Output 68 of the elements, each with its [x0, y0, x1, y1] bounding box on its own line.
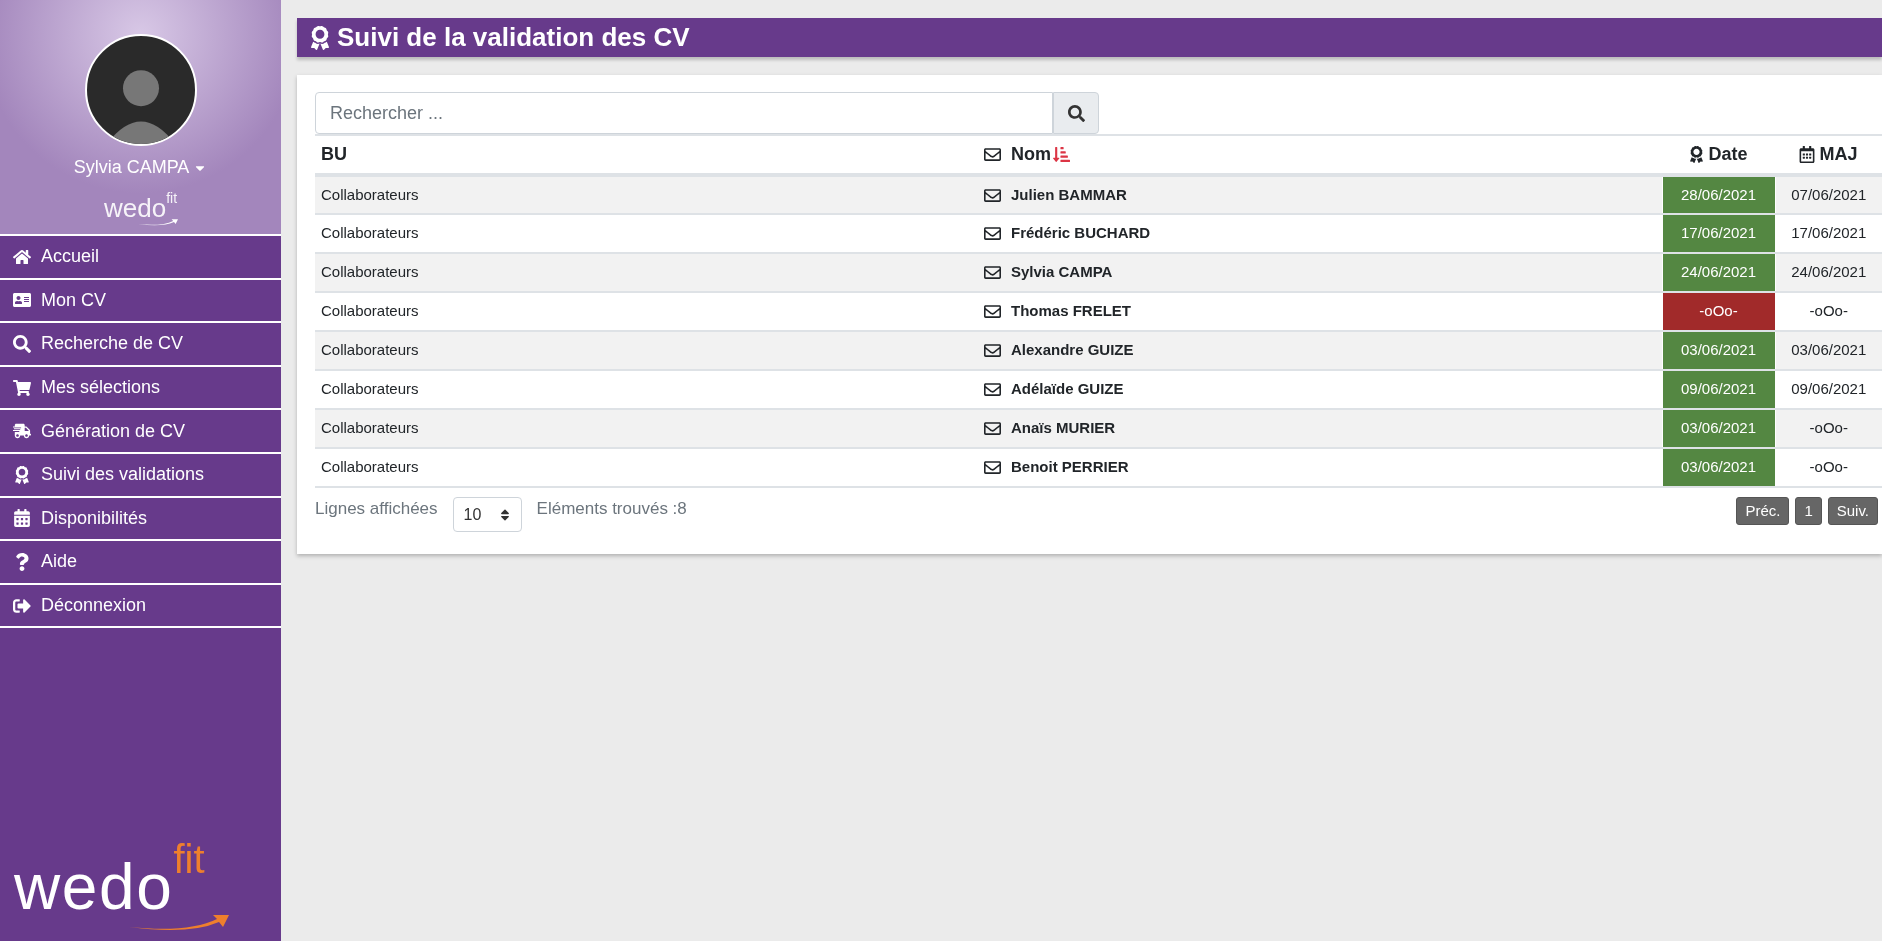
envelope-icon[interactable] — [984, 225, 1001, 242]
envelope-icon[interactable] — [984, 264, 1001, 281]
cart-icon — [13, 378, 31, 397]
rows-select[interactable]: 10 — [452, 497, 522, 532]
award-icon — [309, 25, 331, 50]
search-field[interactable]: Rechercher ... — [315, 92, 1053, 134]
column-header: BU — [315, 135, 980, 175]
table-cell: Collaborateurs — [315, 292, 980, 331]
table-cell: Collaborateurs — [315, 370, 980, 409]
table-cell: 09/06/2021 — [1775, 370, 1882, 409]
name-cell-text: Benoit PERRIER — [1011, 457, 1129, 478]
table-cell: Collaborateurs — [315, 448, 980, 487]
date-cell: -oOo- — [1662, 292, 1775, 331]
table-cell: 03/06/2021 — [1775, 331, 1882, 370]
question-icon — [13, 552, 31, 571]
envelope-icon[interactable] — [984, 186, 1001, 204]
name-cell-text: Julien BAMMAR — [1011, 184, 1127, 205]
name-cell-text: Adélaïde GUIZE — [1011, 379, 1124, 400]
page-title: Suivi de la validation des CV — [337, 21, 690, 54]
sort-icon — [498, 507, 511, 522]
envelope-icon — [984, 146, 1001, 163]
id-card-icon — [13, 291, 31, 310]
date-cell: 03/06/2021 — [1662, 409, 1775, 448]
calendar-icon — [1799, 146, 1816, 163]
name-cell-text: Anaïs MURIER — [1011, 418, 1116, 439]
award-icon — [13, 465, 31, 484]
name-cell-text: Frédéric BUCHARD — [1011, 223, 1151, 244]
name-cell-text: Alexandre GUIZE — [1011, 340, 1134, 361]
table-cell: 17/06/2021 — [1775, 214, 1882, 253]
table-cell: Collaborateurs — [315, 253, 980, 292]
table-cell: Collaborateurs — [315, 409, 980, 448]
truck-icon — [13, 422, 31, 441]
pagination-button[interactable]: Suiv. — [1827, 497, 1878, 525]
name-cell-text: Thomas FRELET — [1011, 301, 1131, 322]
home-icon — [13, 247, 31, 266]
envelope-icon[interactable] — [984, 303, 1001, 320]
logout-icon — [13, 596, 31, 615]
name-cell-text: Sylvia CAMPA — [1011, 262, 1113, 283]
sort-icon[interactable] — [1053, 146, 1070, 163]
envelope-icon[interactable] — [984, 342, 1001, 359]
table-cell: 24/06/2021 — [1775, 253, 1882, 292]
date-cell: 28/06/2021 — [1662, 175, 1775, 214]
award-icon — [1689, 146, 1705, 163]
table-cell: -oOo- — [1775, 292, 1882, 331]
search-icon — [1067, 104, 1085, 122]
envelope-icon[interactable] — [984, 420, 1001, 437]
table-cell: Collaborateurs — [315, 331, 980, 370]
table-cell: -oOo- — [1775, 448, 1882, 487]
envelope-icon[interactable] — [984, 459, 1001, 476]
pagination-button[interactable]: 1 — [1795, 497, 1822, 525]
table-cell: Collaborateurs — [315, 214, 980, 253]
pagination-button[interactable]: Préc. — [1736, 497, 1790, 525]
search-icon — [13, 335, 31, 353]
rows-label: Lignes affichées — [315, 498, 438, 520]
date-cell: 17/06/2021 — [1662, 214, 1775, 253]
date-cell: 09/06/2021 — [1662, 370, 1775, 409]
date-cell: 03/06/2021 — [1662, 448, 1775, 487]
column-header: Nom — [1011, 143, 1051, 166]
calendar-icon — [13, 509, 31, 528]
column-header: Date — [1708, 143, 1748, 166]
table-cell: Collaborateurs — [315, 175, 980, 214]
search-button[interactable] — [1053, 92, 1099, 134]
table-cell: -oOo- — [1775, 409, 1882, 448]
date-cell: 03/06/2021 — [1662, 331, 1775, 370]
results-count: Eléments trouvés :8 — [536, 498, 687, 520]
column-header: MAJ — [1819, 143, 1858, 166]
date-cell: 24/06/2021 — [1662, 253, 1775, 292]
envelope-icon[interactable] — [984, 381, 1001, 398]
